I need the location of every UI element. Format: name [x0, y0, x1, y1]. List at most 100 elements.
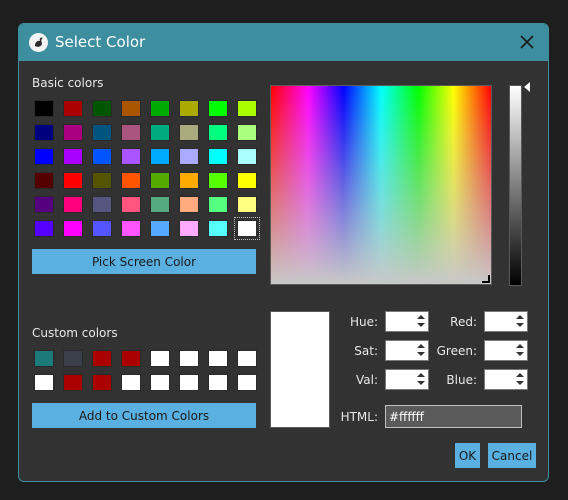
- basic-color-swatch[interactable]: [179, 220, 199, 237]
- pick-screen-color-button[interactable]: Pick Screen Color: [32, 249, 256, 274]
- red-spinbox[interactable]: [484, 311, 528, 332]
- custom-color-swatch[interactable]: [63, 374, 83, 391]
- hue-down-icon[interactable]: [417, 323, 425, 327]
- red-down-icon[interactable]: [516, 323, 524, 327]
- custom-color-swatch[interactable]: [208, 374, 228, 391]
- basic-color-swatch[interactable]: [34, 196, 54, 213]
- basic-color-swatch[interactable]: [63, 172, 83, 189]
- ok-button[interactable]: OK: [455, 443, 480, 468]
- basic-color-swatch[interactable]: [179, 196, 199, 213]
- red-input[interactable]: [485, 312, 515, 331]
- basic-color-swatch[interactable]: [208, 124, 228, 141]
- red-up-icon[interactable]: [516, 315, 524, 319]
- sat-down-icon[interactable]: [417, 352, 425, 356]
- custom-color-swatch[interactable]: [150, 350, 170, 367]
- sat-input[interactable]: [386, 341, 416, 360]
- title-bar[interactable]: Select Color: [19, 24, 548, 61]
- basic-color-swatch[interactable]: [150, 124, 170, 141]
- basic-color-swatch[interactable]: [208, 172, 228, 189]
- basic-color-swatch[interactable]: [34, 148, 54, 165]
- custom-color-swatch[interactable]: [237, 350, 257, 367]
- basic-color-swatch[interactable]: [179, 124, 199, 141]
- basic-color-swatch[interactable]: [121, 124, 141, 141]
- basic-color-swatch[interactable]: [34, 100, 54, 117]
- blue-spinbox[interactable]: [484, 369, 528, 390]
- basic-color-swatch[interactable]: [63, 124, 83, 141]
- basic-color-swatch[interactable]: [92, 148, 112, 165]
- hue-spinbox[interactable]: [385, 311, 429, 332]
- blue-up-icon[interactable]: [516, 373, 524, 377]
- blue-input[interactable]: [485, 370, 515, 389]
- basic-color-swatch[interactable]: [92, 196, 112, 213]
- basic-color-swatch[interactable]: [121, 220, 141, 237]
- val-down-icon[interactable]: [417, 381, 425, 385]
- green-spinbox[interactable]: [484, 340, 528, 361]
- basic-color-swatch[interactable]: [237, 124, 257, 141]
- basic-color-swatch[interactable]: [208, 148, 228, 165]
- basic-color-swatch[interactable]: [237, 148, 257, 165]
- custom-color-swatch[interactable]: [121, 374, 141, 391]
- basic-color-swatch[interactable]: [63, 100, 83, 117]
- basic-color-swatch[interactable]: [121, 172, 141, 189]
- color-spectrum[interactable]: [270, 85, 492, 285]
- custom-color-swatch[interactable]: [179, 350, 199, 367]
- cancel-button[interactable]: Cancel: [488, 443, 536, 468]
- green-up-icon[interactable]: [516, 344, 524, 348]
- basic-color-swatch[interactable]: [150, 148, 170, 165]
- custom-color-swatch[interactable]: [34, 374, 54, 391]
- basic-color-swatch[interactable]: [92, 100, 112, 117]
- basic-color-swatch[interactable]: [63, 148, 83, 165]
- sat-spinbox[interactable]: [385, 340, 429, 361]
- basic-color-swatch[interactable]: [234, 217, 260, 240]
- add-to-custom-colors-button[interactable]: Add to Custom Colors: [32, 403, 256, 428]
- basic-color-swatch[interactable]: [34, 124, 54, 141]
- custom-color-swatch[interactable]: [121, 350, 141, 367]
- spectrum-cursor[interactable]: [482, 275, 490, 283]
- val-input[interactable]: [386, 370, 416, 389]
- basic-color-swatch[interactable]: [208, 196, 228, 213]
- sat-up-icon[interactable]: [417, 344, 425, 348]
- custom-color-swatch[interactable]: [208, 350, 228, 367]
- val-spinbox[interactable]: [385, 369, 429, 390]
- basic-color-swatch[interactable]: [34, 172, 54, 189]
- basic-color-swatch[interactable]: [179, 100, 199, 117]
- basic-color-swatch[interactable]: [34, 220, 54, 237]
- custom-color-swatch[interactable]: [237, 374, 257, 391]
- basic-color-swatch[interactable]: [150, 100, 170, 117]
- custom-color-swatch[interactable]: [92, 374, 112, 391]
- custom-color-swatch[interactable]: [34, 350, 54, 367]
- basic-color-swatch[interactable]: [179, 172, 199, 189]
- hue-up-icon[interactable]: [417, 315, 425, 319]
- luminance-arrow-icon[interactable]: [524, 82, 530, 92]
- basic-color-swatch[interactable]: [150, 196, 170, 213]
- basic-color-swatch[interactable]: [150, 220, 170, 237]
- luminance-slider[interactable]: [509, 85, 522, 286]
- basic-color-swatch[interactable]: [92, 172, 112, 189]
- basic-color-swatch[interactable]: [121, 100, 141, 117]
- html-color-input[interactable]: [385, 405, 522, 428]
- close-icon[interactable]: [518, 33, 536, 51]
- basic-color-swatch[interactable]: [208, 220, 228, 237]
- custom-color-swatch[interactable]: [63, 350, 83, 367]
- basic-color-swatch[interactable]: [121, 196, 141, 213]
- val-up-icon[interactable]: [417, 373, 425, 377]
- custom-color-swatch[interactable]: [179, 374, 199, 391]
- custom-color-swatch[interactable]: [150, 374, 170, 391]
- basic-color-swatch[interactable]: [237, 196, 257, 213]
- basic-color-swatch[interactable]: [237, 172, 257, 189]
- basic-color-swatch[interactable]: [179, 148, 199, 165]
- basic-color-swatch[interactable]: [63, 220, 83, 237]
- basic-color-swatch[interactable]: [121, 148, 141, 165]
- green-input[interactable]: [485, 341, 515, 360]
- basic-color-swatch[interactable]: [150, 172, 170, 189]
- green-down-icon[interactable]: [516, 352, 524, 356]
- basic-color-swatch[interactable]: [208, 100, 228, 117]
- basic-color-swatch[interactable]: [92, 220, 112, 237]
- hue-input[interactable]: [386, 312, 416, 331]
- basic-color-swatch[interactable]: [92, 124, 112, 141]
- basic-color-swatch[interactable]: [237, 100, 257, 117]
- custom-color-swatch[interactable]: [92, 350, 112, 367]
- swan-logo-icon: [29, 33, 48, 52]
- blue-down-icon[interactable]: [516, 381, 524, 385]
- basic-color-swatch[interactable]: [63, 196, 83, 213]
